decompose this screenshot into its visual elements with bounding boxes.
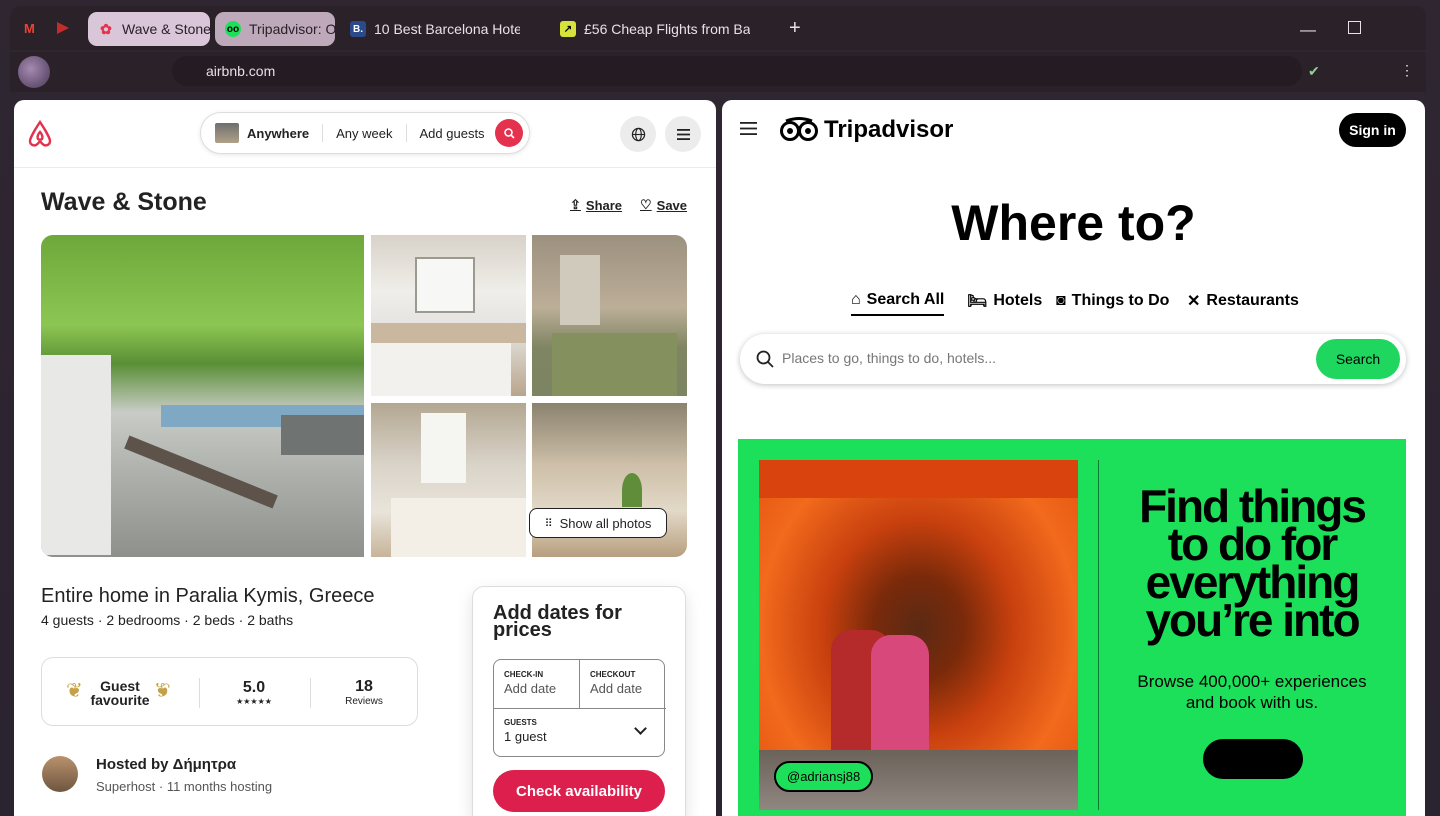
globe-icon[interactable]: [620, 116, 656, 152]
minimize-icon[interactable]: —: [1300, 22, 1316, 40]
tripadvisor-logo[interactable]: Tripadvisor: [780, 116, 953, 144]
bed-icon: 🛏: [967, 293, 988, 310]
rating-value: 5.0: [242, 679, 266, 696]
house-thumb-icon: [215, 123, 239, 143]
listing-summary: 4 guests · 2 bedrooms · 2 beds · 2 baths: [41, 612, 294, 628]
search-icon: [756, 350, 774, 368]
tab-airbnb[interactable]: ✿ Wave & Stone: [88, 12, 210, 46]
tripadvisor-pane: Tripadvisor Sign in Where to? ⌂ Search Al…: [722, 100, 1425, 816]
maximize-icon[interactable]: [1348, 21, 1361, 34]
new-tab-icon[interactable]: +: [789, 17, 801, 40]
guests-field[interactable]: GUESTS 1 guest: [504, 718, 547, 744]
tab-things-to-do[interactable]: ◙ Things to Do: [1056, 286, 1169, 316]
guest-favourite-card[interactable]: ❦ Guest favourite ❦ 5.0 ★★★★★ 18 Reviews: [41, 657, 418, 726]
main-photo[interactable]: [41, 235, 364, 557]
utensils-icon: ✕: [1187, 293, 1201, 310]
promo-cta-button[interactable]: [1203, 739, 1303, 779]
tab-booking[interactable]: B. 10 Best Barcelona Hotels: [340, 12, 520, 46]
checkin-field[interactable]: CHECK-IN Add date: [504, 670, 556, 696]
booking-heading: Add dates for prices: [493, 602, 622, 641]
airbnb-icon: ✿: [100, 20, 112, 37]
photo-bedroom-2[interactable]: [371, 403, 526, 557]
guest-fav-line2: favourite: [90, 691, 150, 708]
chevron-down-icon[interactable]: [634, 722, 647, 735]
booking-icon: B.: [350, 21, 366, 37]
airbnb-logo-icon[interactable]: [26, 118, 54, 148]
url-field[interactable]: airbnb.com: [172, 56, 1302, 86]
ta-search-bar[interactable]: Places to go, things to do, hotels... Se…: [740, 334, 1406, 384]
laurel-right-icon: ❦: [154, 680, 171, 702]
show-all-photos-button[interactable]: ⠿ Show all photos: [529, 508, 667, 538]
rating-stars: ★★★★★: [236, 697, 272, 706]
where-to-heading: Where to?: [951, 195, 1196, 251]
share-button[interactable]: ⇪ Share: [570, 197, 622, 213]
heart-icon: ♡: [640, 197, 652, 212]
host-details: Superhost · 11 months hosting: [96, 779, 273, 794]
home-icon: ⌂: [851, 291, 861, 308]
tab-strip: M ✿ Wave & Stone oo Tripadvisor: Over a …: [10, 6, 1426, 50]
hamburger-icon[interactable]: [740, 122, 757, 135]
tripadvisor-icon: oo: [225, 21, 241, 37]
listing-heading: Entire home in Paralia Kymis, Greece: [41, 585, 375, 607]
grid-icon: ⠿: [544, 517, 553, 530]
camera-icon: ◙: [1056, 292, 1066, 309]
reviews-label: Reviews: [345, 696, 383, 707]
laurel-left-icon: ❦: [66, 680, 83, 702]
ta-search-button[interactable]: Search: [1316, 339, 1400, 379]
search-when[interactable]: Any week: [323, 124, 407, 142]
profile-avatar[interactable]: [18, 56, 50, 88]
flights-icon: ↗: [560, 21, 576, 37]
check-availability-button[interactable]: Check availability: [493, 770, 665, 812]
search-icon[interactable]: [495, 119, 523, 147]
sign-in-button[interactable]: Sign in: [1339, 113, 1406, 147]
checkout-field[interactable]: CHECKOUT Add date: [590, 670, 642, 696]
search-bar[interactable]: Anywhere Any week Add guests: [200, 112, 530, 154]
promo-photo: [759, 460, 1078, 810]
share-icon: ⇪: [570, 197, 581, 212]
search-where[interactable]: Anywhere: [239, 124, 324, 142]
tab-restaurants[interactable]: ✕ Restaurants: [1187, 286, 1299, 316]
promo-body: Browse 400,000+ experiences and book wit…: [1137, 672, 1367, 712]
airbnb-pane: Anywhere Any week Add guests Wave & Ston…: [14, 100, 716, 816]
tab-hotels[interactable]: 🛏 Hotels: [967, 286, 1042, 316]
owl-icon: [780, 117, 818, 141]
guest-fav-line1: Guest: [100, 677, 140, 694]
reviews-count: 18: [355, 678, 373, 695]
photographer-tag: @adriansj88: [774, 761, 874, 792]
tab-search-all[interactable]: ⌂ Search All: [851, 286, 945, 316]
promo-title: Find things to do for everything you’re …: [1139, 480, 1367, 646]
tab-tripadvisor[interactable]: oo Tripadvisor: Over a billion reviews: [215, 12, 335, 46]
photo-bedroom-1[interactable]: [532, 235, 687, 396]
airbnb-header: Anywhere Any week Add guests: [14, 100, 716, 168]
ta-search-input[interactable]: Places to go, things to do, hotels...: [782, 350, 996, 366]
save-button[interactable]: ♡ Save: [640, 197, 687, 213]
extension-icon[interactable]: ✔: [1308, 63, 1320, 80]
host-name: Hosted by Δήμητρα: [96, 756, 237, 773]
search-who[interactable]: Add guests: [407, 124, 498, 142]
promo-banner[interactable]: @adriansj88 Find things to do for everyt…: [738, 439, 1406, 816]
browser-window: M ✿ Wave & Stone oo Tripadvisor: Over a …: [0, 0, 1440, 816]
bookmark-icon[interactable]: [57, 22, 69, 34]
tab-flights[interactable]: ↗ £56 Cheap Flights from Barcelona: [550, 12, 750, 46]
menu-dots-icon[interactable]: ⋮: [1400, 62, 1414, 79]
gmail-icon[interactable]: M: [24, 21, 35, 36]
booking-card: Add dates for prices CHECK-IN Add date CH…: [472, 586, 686, 816]
address-bar-row: airbnb.com ✔ ⋮: [10, 52, 1426, 92]
photo-kitchen[interactable]: [371, 235, 526, 396]
date-picker[interactable]: CHECK-IN Add date CHECKOUT Add date GUESTS…: [493, 659, 666, 757]
host-avatar[interactable]: [42, 756, 78, 792]
listing-title: Wave & Stone: [41, 188, 207, 216]
menu-icon[interactable]: [665, 116, 701, 152]
